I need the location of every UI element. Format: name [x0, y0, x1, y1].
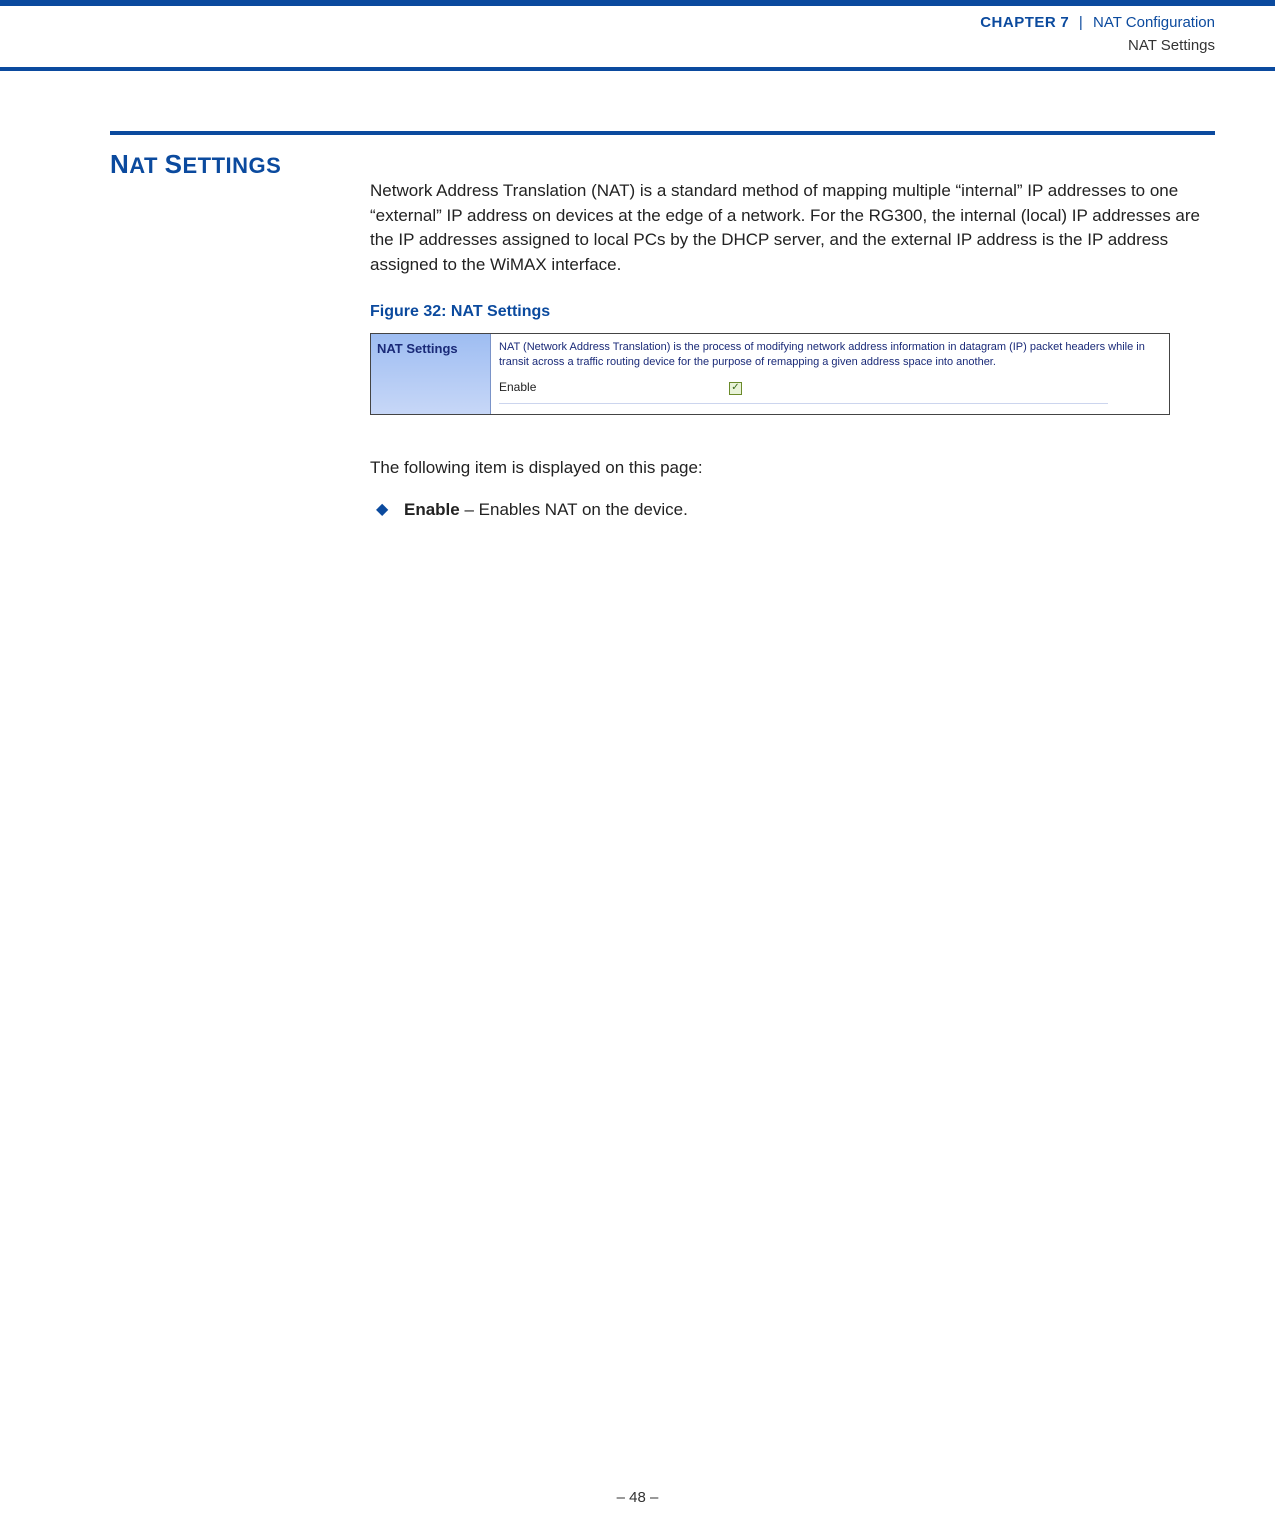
chapter-subtitle: NAT Settings: [0, 35, 1215, 58]
separator: |: [1073, 14, 1089, 31]
figure-sidebar-label: NAT Settings: [371, 334, 491, 414]
post-figure-text: The following item is displayed on this …: [370, 455, 1215, 481]
figure-enable-row: Enable ✓: [499, 379, 1108, 403]
chapter-label: CHAPTER: [980, 14, 1056, 31]
figure-description: NAT (Network Address Translation) is the…: [499, 340, 1161, 370]
section-heading: NAT SETTINGS: [110, 149, 370, 180]
chapter-number: 7: [1060, 14, 1068, 31]
figure-main: NAT (Network Address Translation) is the…: [491, 334, 1169, 414]
section-rule: [110, 131, 1215, 135]
page-body: NAT SETTINGS Network Address Translation…: [0, 71, 1275, 523]
figure-enable-label: Enable: [499, 379, 729, 396]
chapter-title: NAT Configuration: [1093, 14, 1215, 31]
intro-paragraph: Network Address Translation (NAT) is a s…: [370, 179, 1215, 278]
figure-caption: Figure 32: NAT Settings: [370, 300, 1215, 323]
section-content: Network Address Translation (NAT) is a s…: [370, 149, 1215, 523]
bullet-item: ◆ Enable – Enables NAT on the device.: [370, 498, 1215, 523]
bullet-description: – Enables NAT on the device.: [460, 500, 688, 519]
page-footer: – 48 –: [0, 1489, 1275, 1506]
bullet-term: Enable: [404, 500, 460, 519]
page-header: CHAPTER 7 | NAT Configuration NAT Settin…: [0, 6, 1275, 71]
bullet-text: Enable – Enables NAT on the device.: [404, 498, 688, 523]
enable-checkbox[interactable]: ✓: [729, 382, 742, 395]
figure-screenshot: NAT Settings NAT (Network Address Transl…: [370, 333, 1170, 415]
diamond-bullet-icon: ◆: [370, 498, 404, 523]
